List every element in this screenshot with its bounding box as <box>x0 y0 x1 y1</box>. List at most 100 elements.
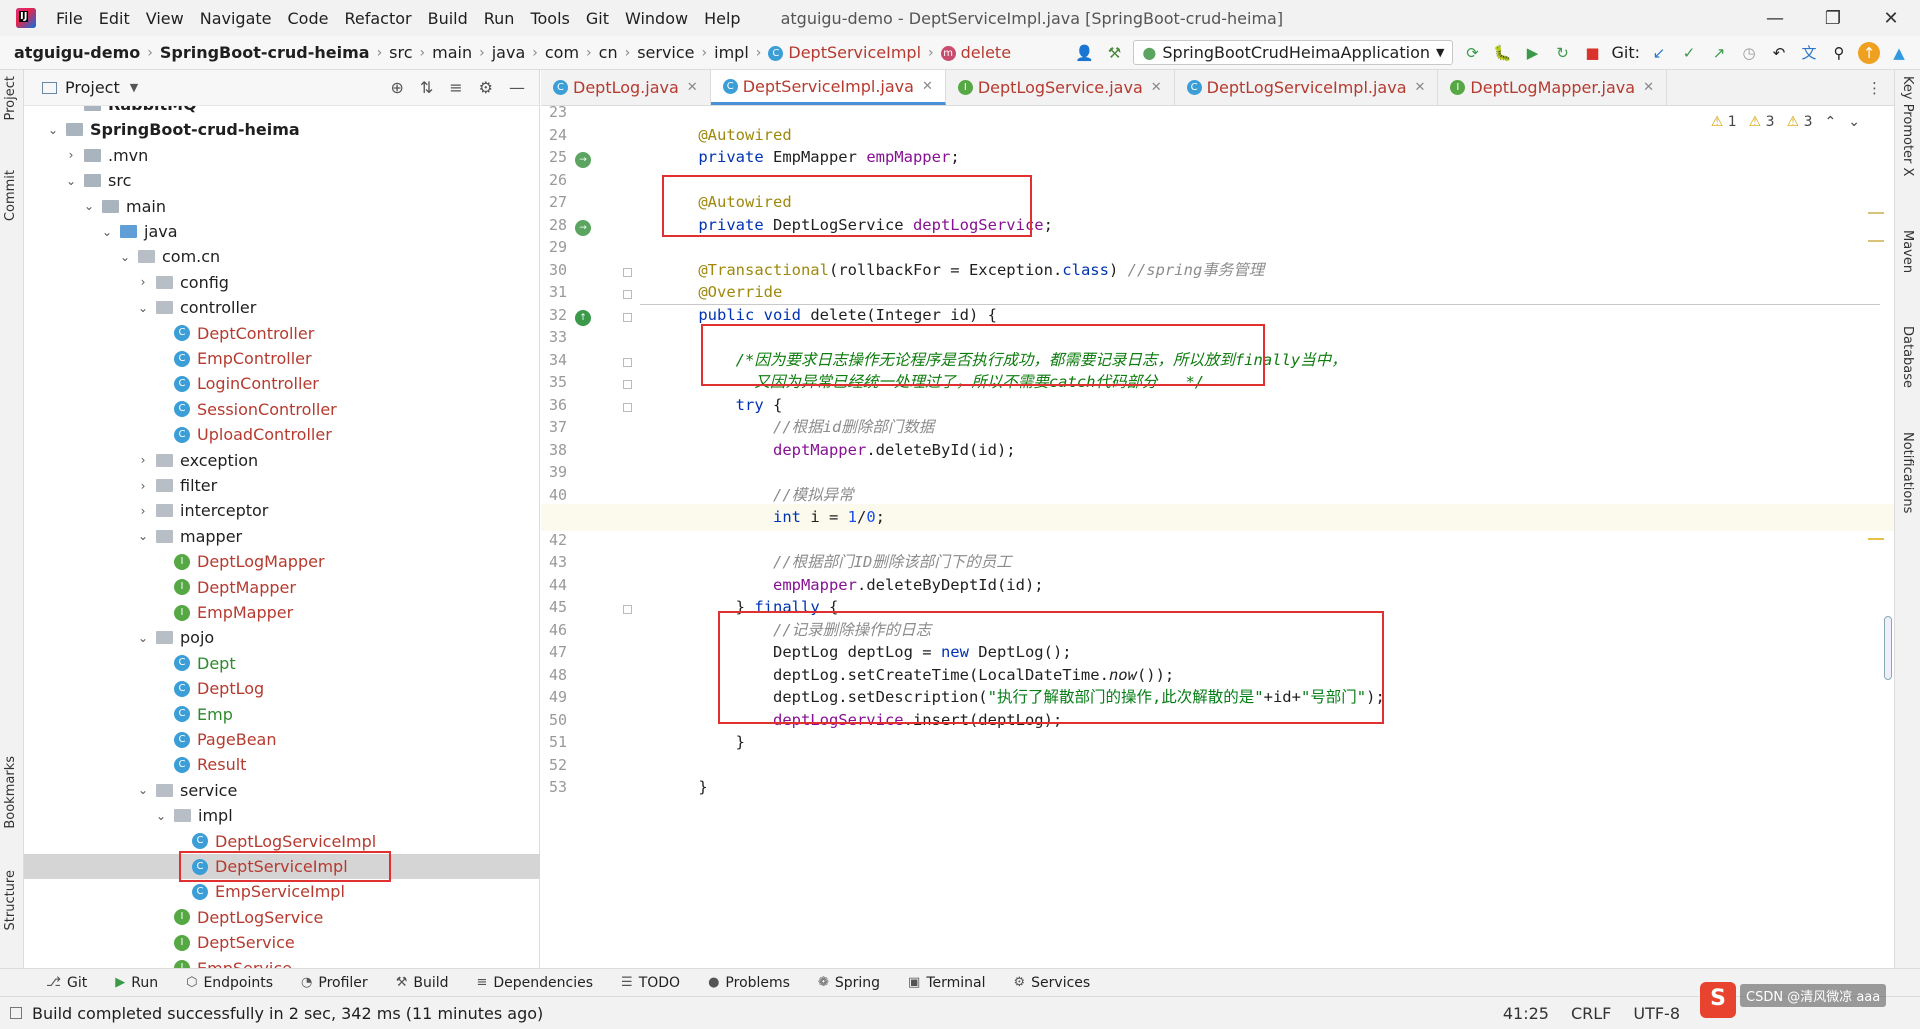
breadcrumb-item[interactable]: com <box>545 43 579 62</box>
tree-item[interactable]: › config <box>24 270 540 295</box>
history-icon[interactable]: ◷ <box>1738 42 1760 64</box>
tree-item[interactable]: I DeptLogMapper <box>24 549 540 574</box>
warning-badge[interactable]: ⚠ 3 <box>1749 114 1775 130</box>
database-tool-button[interactable]: Database <box>1900 326 1915 388</box>
menu-item-file[interactable]: File <box>48 9 91 28</box>
hammer-icon[interactable]: ⚒ <box>1103 42 1125 64</box>
collapse-all-icon[interactable]: ≡ <box>449 78 462 97</box>
chevron-down-icon[interactable]: ⌄ <box>136 783 150 797</box>
coverage-icon[interactable]: ▶ <box>1521 42 1543 64</box>
code-line[interactable]: } <box>541 774 1894 801</box>
tree-item[interactable]: C DeptController <box>24 321 540 346</box>
tree-item[interactable]: C DeptLogServiceImpl <box>24 829 540 854</box>
hide-icon[interactable]: — <box>509 78 525 97</box>
tree-item[interactable]: ⌄ java <box>24 219 540 244</box>
breadcrumb-item[interactable]: service <box>637 43 694 62</box>
tool-window-todo[interactable]: ☰ TODO <box>609 975 692 991</box>
breadcrumb-method[interactable]: m delete <box>940 43 1011 62</box>
restore-icon[interactable]: ❐ <box>1804 8 1862 29</box>
tree-item[interactable]: I DeptService <box>24 930 540 955</box>
chevron-right-icon[interactable]: › <box>136 453 150 467</box>
code-editor[interactable]: 23 24 25 → 26 27 28 → 29 30 31 32 ↑ 33 34 35 36 37 38 39 40 4… <box>541 106 1894 968</box>
chevron-down-icon[interactable]: ⌄ <box>154 809 168 823</box>
error-badge[interactable]: ⚠ 1 <box>1711 114 1737 130</box>
editor-scrollbar[interactable] <box>1884 616 1892 680</box>
menu-item-tools[interactable]: Tools <box>522 9 577 28</box>
breadcrumb-item[interactable]: atguigu-demo <box>14 43 140 62</box>
menu-item-run[interactable]: Run <box>476 9 523 28</box>
update-icon[interactable]: ↑ <box>1858 41 1880 64</box>
chevron-down-icon[interactable]: ⌄ <box>100 225 114 239</box>
rerun-icon[interactable]: ⟳ <box>1461 42 1483 64</box>
run-configuration-select[interactable]: ● SpringBootCrudHeimaApplication ▼ <box>1133 40 1454 65</box>
file-encoding[interactable]: UTF-8 <box>1633 1004 1680 1023</box>
breadcrumb-item[interactable]: cn <box>599 43 618 62</box>
tree-item[interactable]: ⌄ pojo <box>24 625 540 650</box>
close-tab-icon[interactable]: ✕ <box>1415 80 1426 95</box>
tree-item[interactable]: C Result <box>24 752 540 777</box>
tree-item[interactable]: C Dept <box>24 651 540 676</box>
editor-tab[interactable]: I DeptLogService.java ✕ <box>946 70 1175 105</box>
menu-item-refactor[interactable]: Refactor <box>336 9 419 28</box>
tool-window-git[interactable]: ⎇ Git <box>34 975 99 991</box>
tree-item[interactable]: C EmpController <box>24 346 540 371</box>
status-checkbox-icon[interactable] <box>10 1007 22 1019</box>
inspection-badges[interactable]: ⚠ 1 ⚠ 3 ⚠ 3 ⌃ ⌄ <box>1711 114 1860 130</box>
weak-warning-badge[interactable]: ⚠ 3 <box>1787 114 1813 130</box>
structure-tool-button[interactable]: Structure <box>3 870 18 930</box>
tool-window-build[interactable]: ⚒ Build <box>384 975 461 991</box>
menu-item-help[interactable]: Help <box>696 9 748 28</box>
close-tab-icon[interactable]: ✕ <box>1151 80 1162 95</box>
chevron-right-icon[interactable]: › <box>136 479 150 493</box>
error-stripe-mark[interactable] <box>1868 240 1884 242</box>
chevron-down-icon[interactable]: ⌄ <box>136 301 150 315</box>
tree-item[interactable]: ⌄ controller <box>24 295 540 320</box>
tool-window-services[interactable]: ⚙ Services <box>1002 975 1103 991</box>
chevron-down-icon[interactable]: ⌄ <box>136 529 150 543</box>
tool-window-endpoints[interactable]: ⬡ Endpoints <box>174 975 285 991</box>
tool-window-dependencies[interactable]: ≡ Dependencies <box>465 975 606 991</box>
tree-item[interactable]: I EmpMapper <box>24 600 540 625</box>
breadcrumb-item[interactable]: impl <box>714 43 749 62</box>
close-icon[interactable]: ✕ <box>1862 8 1920 29</box>
project-tool-button[interactable]: Project <box>3 76 18 120</box>
chevron-down-icon[interactable]: ▼ <box>130 81 138 94</box>
chevron-down-icon[interactable]: ⌄ <box>46 123 60 137</box>
tree-item[interactable]: C Emp <box>24 702 540 727</box>
error-stripe-mark[interactable] <box>1868 538 1884 540</box>
user-icon[interactable]: 👤 <box>1073 42 1095 64</box>
menu-item-git[interactable]: Git <box>578 9 617 28</box>
tree-item[interactable]: › exception <box>24 448 540 473</box>
editor-tab[interactable]: C DeptLogServiceImpl.java ✕ <box>1175 70 1439 105</box>
stop-icon[interactable]: ■ <box>1581 42 1603 64</box>
tree-item[interactable]: › interceptor <box>24 498 540 523</box>
translate-icon[interactable]: 文 <box>1798 42 1820 64</box>
tool-window-profiler[interactable]: ◔ Profiler <box>289 975 380 991</box>
breadcrumb-item[interactable]: java <box>492 43 526 62</box>
tree-item[interactable]: ⌄ main <box>24 194 540 219</box>
tool-window-problems[interactable]: ● Problems <box>696 975 802 991</box>
git-update-icon[interactable]: ↙ <box>1648 42 1670 64</box>
key-promoter-tool-button[interactable]: Key Promoter X <box>1900 76 1915 176</box>
tree-item[interactable]: C LoginController <box>24 371 540 396</box>
git-commit-icon[interactable]: ✓ <box>1678 42 1700 64</box>
line-separator[interactable]: CRLF <box>1571 1004 1611 1023</box>
editor-tab[interactable]: I DeptLogMapper.java ✕ <box>1438 70 1667 105</box>
close-tab-icon[interactable]: ✕ <box>687 80 698 95</box>
error-stripe-mark[interactable] <box>1868 212 1884 214</box>
breadcrumb-class[interactable]: C DeptServiceImpl <box>768 43 921 62</box>
breadcrumb-item[interactable]: src <box>389 43 412 62</box>
editor-tab[interactable]: C DeptServiceImpl.java ✕ <box>710 70 946 105</box>
tree-item[interactable]: ⌄ impl <box>24 803 540 828</box>
bookmarks-tool-button[interactable]: Bookmarks <box>3 756 18 829</box>
tool-window-run[interactable]: ▶ Run <box>103 975 170 991</box>
close-tab-icon[interactable]: ✕ <box>1643 80 1654 95</box>
tree-item[interactable]: RabbitMQ <box>24 106 540 117</box>
menu-item-view[interactable]: View <box>138 9 192 28</box>
rollback-icon[interactable]: ↶ <box>1768 42 1790 64</box>
commit-tool-button[interactable]: Commit <box>3 170 18 221</box>
chevron-right-icon[interactable]: › <box>136 504 150 518</box>
breadcrumb-item[interactable]: main <box>432 43 472 62</box>
tool-window-terminal[interactable]: ▣ Terminal <box>896 975 997 991</box>
caret-position[interactable]: 41:25 <box>1503 1004 1549 1023</box>
